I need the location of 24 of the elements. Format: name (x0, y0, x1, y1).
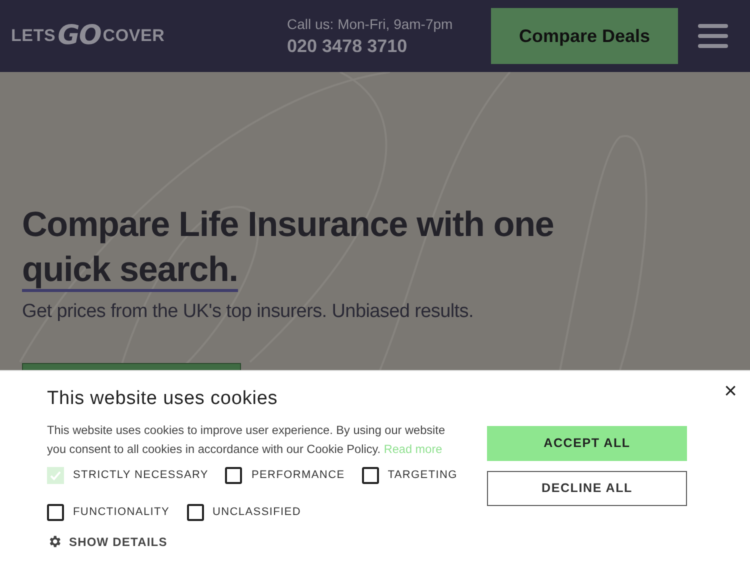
checkbox[interactable] (225, 466, 242, 484)
close-button[interactable]: × (724, 379, 737, 403)
checkbox[interactable] (47, 504, 64, 520)
decline-all-button[interactable]: DECLINE ALL (487, 471, 687, 506)
settings-icon[interactable] (47, 534, 62, 549)
banner-text: This website uses cookies to improve user experience. By using our website you consent to all cookies in accordance with our Cookie Policy. Read more (47, 422, 446, 458)
phone-number[interactable]: 020 3478 3710 (287, 34, 491, 58)
option-label: STRICTLY NECESSARY (73, 468, 208, 483)
option-label: UNCLASSIFIED (212, 504, 301, 520)
menu-icon[interactable] (698, 24, 728, 48)
logo[interactable]: LETS GOCOVER (11, 16, 287, 56)
banner-title: This website uses cookies (47, 387, 279, 411)
call-hours: Call us: Mon-Fri, 9am-7pm (287, 15, 454, 34)
option-label: TARGETING (388, 468, 458, 483)
headline: Compare Life Insurance with one quick search. (22, 204, 555, 291)
checkbox[interactable] (186, 504, 204, 520)
check-icon (49, 468, 62, 482)
subheading: Get prices from the UK's top insurers. Unbiased results. (22, 300, 474, 324)
accept-all-button[interactable]: ACCEPT ALL (487, 426, 687, 461)
compare-deals-button[interactable]: Compare Deals (491, 8, 678, 64)
option-label: FUNCTIONALITY (73, 504, 170, 520)
checkbox[interactable] (362, 466, 379, 484)
option-label: PERFORMANCE (251, 468, 345, 483)
show-details-link[interactable]: SHOW DETAILS (69, 532, 168, 550)
